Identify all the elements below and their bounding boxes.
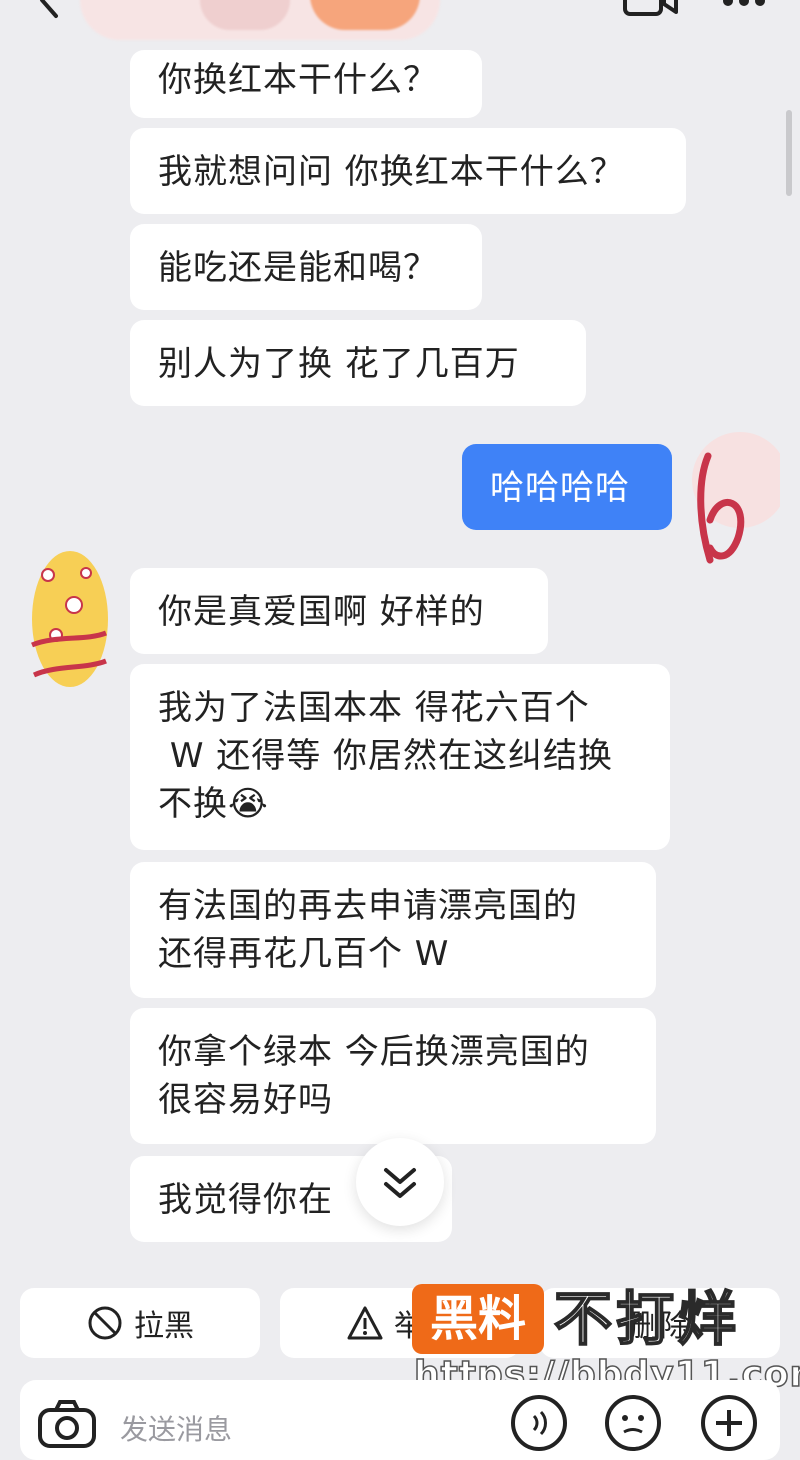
chat-header: [0, 0, 800, 52]
message-bubble[interactable]: 我为了法国本本 得花六百个 W 还得等 你居然在这纠结换 不换😭: [130, 664, 670, 850]
message-bubble-mine[interactable]: 哈哈哈哈: [462, 444, 672, 530]
scroll-to-bottom-button[interactable]: [356, 1138, 444, 1226]
more-icon[interactable]: [722, 0, 766, 8]
camera-icon[interactable]: [36, 1398, 98, 1448]
back-icon[interactable]: [30, 0, 70, 20]
message-bubble[interactable]: 你换红本干什么？: [130, 50, 482, 118]
message-bubble[interactable]: 你拿个绿本 今后换漂亮国的 很容易好吗: [130, 1008, 656, 1144]
my-avatar[interactable]: [680, 420, 780, 570]
message-bubble[interactable]: 别人为了换 花了几百万: [130, 320, 586, 406]
voice-icon[interactable]: [510, 1394, 568, 1452]
contact-avatar-small[interactable]: [26, 545, 110, 695]
scrollbar[interactable]: [786, 110, 792, 196]
watermark-badge: 黑料: [412, 1284, 544, 1354]
plus-icon[interactable]: [700, 1394, 758, 1452]
video-call-icon[interactable]: [622, 0, 678, 18]
message-bubble[interactable]: 能吃还是能和喝？: [130, 224, 482, 310]
block-icon: [88, 1306, 122, 1340]
message-bubble[interactable]: 有法国的再去申请漂亮国的 还得再花几百个 W: [130, 862, 656, 998]
block-label: 拉黑: [134, 1309, 194, 1344]
message-input[interactable]: 发送消息: [120, 1408, 232, 1448]
block-button[interactable]: 拉黑: [20, 1288, 260, 1358]
message-bubble[interactable]: 我就想问问 你换红本干什么？: [130, 128, 686, 214]
watermark-text: 不打烊: [553, 1284, 741, 1354]
contact-avatar[interactable]: [80, 0, 440, 40]
message-input-bar[interactable]: 发送消息: [20, 1380, 780, 1460]
emoji-icon[interactable]: [604, 1394, 662, 1452]
chevron-down-icon: [384, 1168, 416, 1198]
watermark: 黑料 不打烊: [412, 1284, 772, 1364]
message-bubble[interactable]: 你是真爱国啊 好样的: [130, 568, 548, 654]
warning-icon: [347, 1306, 383, 1340]
